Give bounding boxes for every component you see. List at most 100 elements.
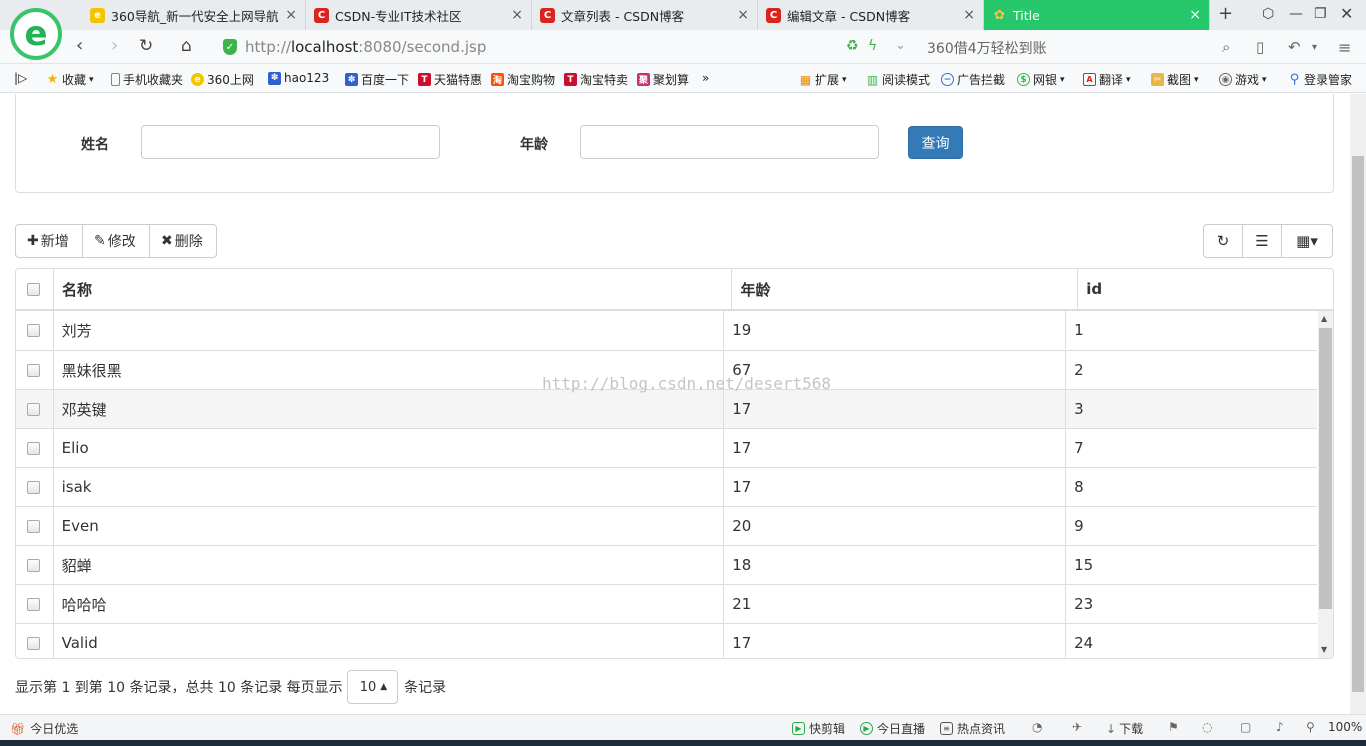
ext-bank[interactable]: $ 网银 ▾ bbox=[1017, 71, 1065, 88]
ext-login-manager[interactable]: ⚲ 登录管家 bbox=[1288, 71, 1352, 88]
toggle-view-button[interactable]: ☰ bbox=[1242, 224, 1282, 258]
maximize-icon[interactable]: ❐ bbox=[1314, 6, 1327, 22]
bookmark-juhuasuan[interactable]: 聚聚划算 bbox=[637, 71, 689, 88]
bookmark-taobao-sale[interactable]: T 淘宝特卖 bbox=[564, 71, 628, 88]
tab-close-icon[interactable]: × bbox=[737, 7, 749, 23]
reload-icon[interactable]: ↻ bbox=[139, 37, 153, 55]
row-checkbox[interactable] bbox=[27, 519, 40, 533]
header-age[interactable]: 年龄 bbox=[731, 269, 1077, 309]
table-row[interactable]: 邓英键 17 3 bbox=[16, 389, 1317, 428]
page-size-dropdown[interactable]: 10 ▲ bbox=[346, 670, 399, 704]
table-row[interactable]: 哈哈哈 21 23 bbox=[16, 584, 1317, 623]
edit-button[interactable]: ✎ 修改 bbox=[82, 224, 150, 258]
bookmark-360[interactable]: e 360上网 bbox=[191, 71, 254, 88]
sound-icon[interactable]: ♪ bbox=[1276, 720, 1284, 734]
browser-logo-icon[interactable]: e bbox=[10, 8, 62, 60]
ext-reader-mode[interactable]: ▥ 阅读模式 bbox=[866, 71, 930, 88]
page-scroll-thumb[interactable] bbox=[1352, 156, 1364, 692]
row-checkbox[interactable] bbox=[27, 323, 40, 337]
status-quick-edit[interactable]: ▶ 快剪辑 bbox=[792, 720, 845, 737]
menu-icon[interactable]: ≡ bbox=[1338, 38, 1351, 57]
zoom-level[interactable]: 100% bbox=[1328, 720, 1362, 734]
delete-button[interactable]: ✖ 删除 bbox=[149, 224, 217, 258]
bookmark-favorites[interactable]: ★ 收藏 ▾ bbox=[46, 71, 94, 88]
url-field[interactable]: ✓ http://localhost:8080/second.jsp bbox=[215, 34, 895, 60]
name-input[interactable] bbox=[141, 125, 440, 159]
bookmark-tmall[interactable]: T 天猫特惠 bbox=[418, 71, 482, 88]
undo-icon[interactable]: ↶ bbox=[1288, 38, 1301, 56]
row-checkbox[interactable] bbox=[27, 558, 40, 572]
page-scrollbar[interactable] bbox=[1350, 94, 1366, 714]
columns-button[interactable]: ▦▾ bbox=[1281, 224, 1333, 258]
row-checkbox[interactable] bbox=[27, 480, 40, 494]
status-live[interactable]: ▶ 今日直播 bbox=[860, 720, 925, 737]
back-icon[interactable]: ‹ bbox=[76, 37, 83, 55]
clean-icon[interactable]: ◌ bbox=[1202, 720, 1212, 734]
scroll-up-icon[interactable]: ▲ bbox=[1321, 314, 1327, 323]
table-row[interactable]: Elio 17 7 bbox=[16, 428, 1317, 467]
sidebar-toggle-icon[interactable]: |▷ bbox=[14, 71, 27, 85]
lightning-icon[interactable]: ϟ bbox=[868, 38, 877, 54]
bookmark-more-icon[interactable]: » bbox=[702, 71, 709, 85]
row-checkbox[interactable] bbox=[27, 363, 40, 377]
bookmark-mobile[interactable]: 手机收藏夹 bbox=[111, 71, 183, 88]
window-icon[interactable]: ▢ bbox=[1240, 720, 1251, 734]
dropdown-chevron-icon[interactable]: ⌄ bbox=[895, 38, 906, 53]
browser-tab-360[interactable]: e 360导航_新一代安全上网导航 × bbox=[82, 0, 306, 30]
table-scrollbar[interactable]: ▲ ▼ bbox=[1318, 311, 1333, 658]
table-scroll-thumb[interactable] bbox=[1319, 328, 1332, 609]
undo-dropdown-icon[interactable]: ▾ bbox=[1312, 42, 1317, 53]
flag-icon[interactable]: ⚑ bbox=[1168, 720, 1179, 734]
ad-search-text[interactable]: 360借4万轻松到账 bbox=[927, 38, 1047, 58]
forward-icon[interactable]: › bbox=[111, 37, 118, 55]
tab-close-icon[interactable]: × bbox=[963, 7, 975, 23]
table-row[interactable]: 刘芳 19 1 bbox=[16, 311, 1317, 350]
table-row[interactable]: isak 17 8 bbox=[16, 467, 1317, 506]
bookmark-hao123[interactable]: ✽ hao123 bbox=[268, 71, 329, 85]
row-checkbox[interactable] bbox=[27, 441, 40, 455]
new-tab-button[interactable]: + bbox=[1218, 3, 1233, 24]
tab-close-icon[interactable]: × bbox=[511, 7, 523, 23]
row-checkbox[interactable] bbox=[27, 597, 40, 611]
add-button[interactable]: ✚ 新增 bbox=[15, 224, 83, 258]
home-icon[interactable]: ⌂ bbox=[181, 37, 192, 55]
zoom-icon[interactable]: ⚲ bbox=[1306, 720, 1315, 734]
query-button[interactable]: 查询 bbox=[908, 126, 963, 159]
ext-games[interactable]: ◉ 游戏 ▾ bbox=[1219, 71, 1267, 88]
table-row[interactable]: Even 20 9 bbox=[16, 506, 1317, 545]
close-window-icon[interactable]: ✕ bbox=[1340, 4, 1353, 23]
table-row[interactable]: Valid 17 24 bbox=[16, 623, 1317, 658]
ext-translate[interactable]: A 翻译 ▾ bbox=[1083, 71, 1131, 88]
search-icon[interactable]: ⌕ bbox=[1222, 38, 1230, 56]
ext-extensions[interactable]: ▦ 扩展 ▾ bbox=[799, 71, 847, 88]
today-picks[interactable]: 🎁︎ 今日优选 bbox=[10, 720, 78, 737]
row-checkbox[interactable] bbox=[27, 402, 40, 416]
bookmark-baidu[interactable]: ✽ 百度一下 bbox=[345, 71, 409, 88]
refresh-button[interactable]: ↻ bbox=[1203, 224, 1243, 258]
age-input[interactable] bbox=[580, 125, 879, 159]
ext-screenshot[interactable]: ✂ 截图 ▾ bbox=[1151, 71, 1199, 88]
minimize-icon[interactable]: — bbox=[1289, 6, 1303, 22]
phone-icon[interactable]: ▯ bbox=[1256, 38, 1264, 56]
url-text[interactable]: http://localhost:8080/second.jsp bbox=[245, 38, 486, 56]
scroll-down-icon[interactable]: ▼ bbox=[1321, 645, 1327, 654]
skin-icon[interactable]: ⬡ bbox=[1262, 6, 1274, 22]
row-checkbox[interactable] bbox=[27, 636, 40, 650]
status-download[interactable]: ↓ 下载 bbox=[1106, 720, 1143, 737]
ext-ad-block[interactable]: − 广告拦截 bbox=[941, 71, 1005, 88]
bookmark-taobao[interactable]: 淘淘宝购物 bbox=[491, 71, 555, 88]
browser-tab-edit-article[interactable]: C 编辑文章 - CSDN博客 × bbox=[758, 0, 984, 30]
table-row[interactable]: 貂蝉 18 15 bbox=[16, 545, 1317, 584]
header-id[interactable]: id bbox=[1077, 269, 1333, 309]
header-name[interactable]: 名称 bbox=[52, 269, 731, 309]
tab-close-icon[interactable]: × bbox=[285, 7, 297, 23]
tab-close-icon[interactable]: × bbox=[1189, 7, 1201, 23]
browser-tab-title-active[interactable]: ✿ Title × bbox=[984, 0, 1210, 30]
pin-icon[interactable]: ✈ bbox=[1072, 720, 1082, 734]
recycle-icon[interactable]: ♻ bbox=[846, 38, 859, 54]
select-all-checkbox[interactable] bbox=[27, 282, 40, 296]
speed-icon[interactable]: ◔ bbox=[1032, 720, 1042, 734]
browser-tab-csdn[interactable]: C CSDN-专业IT技术社区 × bbox=[306, 0, 532, 30]
status-hot-news[interactable]: ≡ 热点资讯 bbox=[940, 720, 1005, 737]
browser-tab-article-list[interactable]: C 文章列表 - CSDN博客 × bbox=[532, 0, 758, 30]
